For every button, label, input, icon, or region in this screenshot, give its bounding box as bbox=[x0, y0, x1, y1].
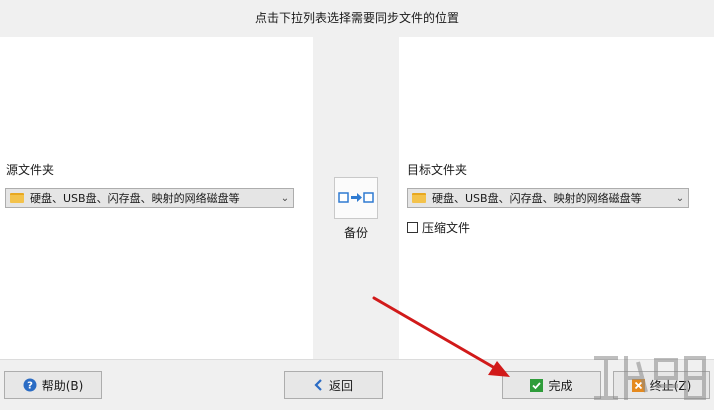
source-folder-dropdown[interactable]: 硬盘、USB盘、闪存盘、映射的网络磁盘等 ⌄ bbox=[5, 188, 294, 208]
target-folder-dropdown[interactable]: 硬盘、USB盘、闪存盘、映射的网络磁盘等 ⌄ bbox=[407, 188, 689, 208]
folder-icon bbox=[412, 193, 426, 203]
help-icon: ? bbox=[23, 378, 37, 392]
back-button[interactable]: 返回 bbox=[284, 371, 383, 399]
stop-button[interactable]: 终止(Z) bbox=[613, 371, 710, 399]
header-title: 点击下拉列表选择需要同步文件的位置 bbox=[254, 11, 459, 25]
back-button-label: 返回 bbox=[328, 378, 353, 393]
stop-button-label: 终止(Z) bbox=[649, 378, 692, 393]
dialog-header: 点击下拉列表选择需要同步文件的位置 bbox=[0, 0, 714, 37]
finish-button-label: 完成 bbox=[548, 378, 573, 393]
folder-icon bbox=[10, 193, 24, 203]
svg-text:?: ? bbox=[27, 381, 33, 392]
source-folder-label: 源文件夹 bbox=[6, 163, 55, 177]
compress-label: 压缩文件 bbox=[422, 221, 471, 235]
chevron-down-icon[interactable]: ⌄ bbox=[672, 193, 688, 204]
compress-option[interactable]: 压缩文件 bbox=[407, 219, 470, 236]
help-button-label: 帮助(B) bbox=[41, 378, 84, 393]
backup-mode-button[interactable] bbox=[334, 177, 378, 219]
compress-checkbox[interactable] bbox=[407, 222, 418, 233]
help-button[interactable]: ? 帮助(B) bbox=[4, 371, 102, 399]
finish-button[interactable]: 完成 bbox=[502, 371, 601, 399]
checkmark-icon bbox=[530, 378, 544, 392]
source-folder-value: 硬盘、USB盘、闪存盘、映射的网络磁盘等 bbox=[30, 192, 240, 205]
back-arrow-icon bbox=[314, 379, 324, 391]
target-folder-label: 目标文件夹 bbox=[407, 163, 468, 177]
backup-icon bbox=[338, 192, 374, 203]
chevron-down-icon[interactable]: ⌄ bbox=[277, 193, 293, 204]
stop-x-icon bbox=[631, 378, 645, 392]
backup-mode-label: 备份 bbox=[343, 226, 368, 240]
target-folder-value: 硬盘、USB盘、闪存盘、映射的网络磁盘等 bbox=[432, 192, 642, 205]
